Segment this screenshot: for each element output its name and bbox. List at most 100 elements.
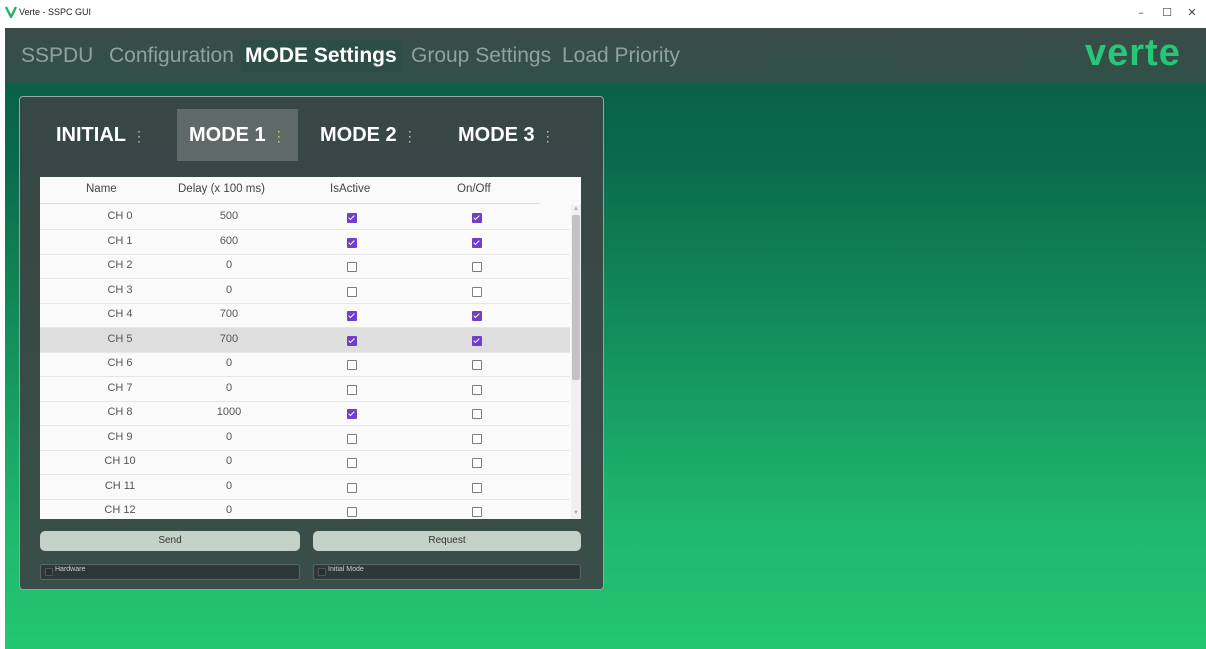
onoff-checkbox[interactable] <box>472 360 482 370</box>
top-navigation: SSPDU Configuration MODE Settings Group … <box>5 28 1206 84</box>
isactive-checkbox[interactable] <box>347 237 357 248</box>
table-row[interactable]: CH 11 0 <box>40 475 570 500</box>
table-row[interactable]: CH 5 700 <box>40 327 570 353</box>
hardware-checkbox[interactable] <box>45 568 53 576</box>
delay-value[interactable]: 0 <box>184 382 274 394</box>
table-row[interactable]: CH 12 0 <box>40 499 570 519</box>
delay-value[interactable]: 1000 <box>184 406 274 418</box>
initial-mode-field[interactable]: Initial Mode <box>313 564 581 580</box>
table-row[interactable]: CH 3 0 <box>40 279 570 304</box>
onoff-checkbox[interactable] <box>472 237 482 248</box>
column-header-onoff[interactable]: On/Off <box>457 183 491 195</box>
delay-value[interactable]: 500 <box>184 210 274 222</box>
onoff-checkbox[interactable] <box>472 409 482 419</box>
column-header-delay[interactable]: Delay (x 100 ms) <box>178 183 265 195</box>
scroll-thumb[interactable] <box>572 215 580 380</box>
mode-tab-label: MODE 1 <box>189 124 266 146</box>
isactive-checkbox[interactable] <box>347 384 357 395</box>
table-row[interactable]: CH 6 0 <box>40 352 570 377</box>
channel-name: CH 3 <box>107 283 133 296</box>
minimize-button[interactable]: – <box>1132 6 1150 20</box>
kebab-menu-icon[interactable]: ⋮ <box>132 128 146 144</box>
isactive-checkbox[interactable] <box>347 335 357 346</box>
isactive-checkbox[interactable] <box>347 311 357 321</box>
app-area: SSPDU Configuration MODE Settings Group … <box>5 28 1206 649</box>
scroll-down-arrow-icon[interactable]: ▼ <box>572 509 580 517</box>
table-scrollbar[interactable]: ▲ ▼ <box>571 205 581 519</box>
scroll-up-arrow-icon[interactable]: ▲ <box>572 205 580 213</box>
delay-value[interactable]: 0 <box>184 431 274 443</box>
kebab-menu-icon[interactable]: ⋮ <box>272 128 286 144</box>
table-row[interactable]: CH 1 600 <box>40 230 570 255</box>
table-row[interactable]: CH 2 0 <box>40 254 570 279</box>
channel-name: CH 10 <box>104 455 136 467</box>
close-button[interactable]: ✕ <box>1183 6 1201 20</box>
isactive-checkbox[interactable] <box>347 458 357 468</box>
mode-tab-mode-3[interactable]: MODE 3 ⋮ <box>448 109 565 161</box>
onoff-checkbox[interactable] <box>472 433 482 444</box>
channel-name: CH 5 <box>107 332 133 345</box>
mode-tab-initial[interactable]: INITIAL ⋮ <box>46 109 156 161</box>
onoff-checkbox[interactable] <box>472 286 482 297</box>
initial-mode-checkbox[interactable] <box>318 568 326 576</box>
channel-table: Name Delay (x 100 ms) IsActive On/Off CH… <box>40 177 581 519</box>
isactive-checkbox[interactable] <box>347 262 357 272</box>
window-title: Verte - SSPC GUI <box>19 7 92 17</box>
brand-logo: verte <box>1085 32 1181 74</box>
hardware-field[interactable]: Hardware <box>40 564 300 580</box>
delay-value[interactable]: 0 <box>184 455 274 467</box>
onoff-checkbox[interactable] <box>472 335 482 346</box>
hardware-label: Hardware <box>55 566 86 573</box>
onoff-checkbox[interactable] <box>472 482 482 493</box>
onoff-checkbox[interactable] <box>472 311 482 321</box>
isactive-checkbox[interactable] <box>347 409 357 419</box>
isactive-checkbox[interactable] <box>347 360 357 370</box>
mode-tab-label: INITIAL <box>56 124 126 146</box>
delay-value[interactable]: 0 <box>184 480 274 492</box>
onoff-checkbox[interactable] <box>472 507 482 517</box>
isactive-checkbox[interactable] <box>347 507 357 517</box>
nav-tab-mode-settings[interactable]: MODE Settings <box>241 40 401 72</box>
isactive-checkbox[interactable] <box>347 213 357 223</box>
delay-value[interactable]: 0 <box>184 259 274 271</box>
maximize-button[interactable]: ☐ <box>1158 6 1176 20</box>
table-row[interactable]: CH 4 700 <box>40 303 570 328</box>
channel-name: CH 0 <box>107 210 133 222</box>
onoff-checkbox[interactable] <box>472 458 482 468</box>
channel-name: CH 11 <box>104 479 136 492</box>
initial-mode-label: Initial Mode <box>328 566 364 573</box>
table-row[interactable]: CH 8 1000 <box>40 401 570 426</box>
column-header-name[interactable]: Name <box>86 183 117 195</box>
request-button[interactable]: Request <box>313 531 581 551</box>
isactive-checkbox[interactable] <box>347 433 357 444</box>
onoff-checkbox[interactable] <box>472 384 482 395</box>
table-row[interactable]: CH 10 0 <box>40 450 570 475</box>
delay-value[interactable]: 700 <box>184 333 274 345</box>
delay-value[interactable]: 0 <box>184 504 274 516</box>
table-row[interactable]: CH 0 500 <box>40 205 570 230</box>
onoff-checkbox[interactable] <box>472 262 482 272</box>
nav-tab-sspdu[interactable]: SSPDU <box>17 40 97 72</box>
nav-tab-load-priority[interactable]: Load Priority <box>558 40 684 72</box>
table-row[interactable]: CH 9 0 <box>40 426 570 451</box>
column-header-isactive[interactable]: IsActive <box>330 183 370 195</box>
delay-value[interactable]: 0 <box>184 284 274 296</box>
isactive-checkbox[interactable] <box>347 482 357 493</box>
nav-tab-configuration[interactable]: Configuration <box>105 40 238 72</box>
channel-name: CH 2 <box>107 259 133 271</box>
onoff-checkbox[interactable] <box>472 213 482 223</box>
table-header: Name Delay (x 100 ms) IsActive On/Off <box>40 177 581 201</box>
isactive-checkbox[interactable] <box>347 286 357 297</box>
delay-value[interactable]: 600 <box>184 235 274 247</box>
kebab-menu-icon[interactable]: ⋮ <box>403 128 417 144</box>
mode-tab-mode-1[interactable]: MODE 1 ⋮ <box>177 109 298 161</box>
delay-value[interactable]: 0 <box>184 357 274 369</box>
nav-tab-group-settings[interactable]: Group Settings <box>407 40 555 72</box>
table-row[interactable]: CH 7 0 <box>40 377 570 402</box>
kebab-menu-icon[interactable]: ⋮ <box>541 128 555 144</box>
delay-value[interactable]: 700 <box>184 308 274 320</box>
header-divider <box>40 203 540 204</box>
channel-name: CH 8 <box>107 406 133 418</box>
send-button[interactable]: Send <box>40 531 300 551</box>
mode-tab-mode-2[interactable]: MODE 2 ⋮ <box>310 109 427 161</box>
